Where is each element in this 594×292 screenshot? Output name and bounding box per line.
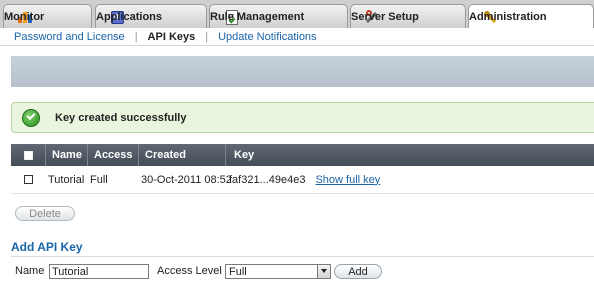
row-checkbox[interactable] — [23, 175, 33, 184]
keys-table-header: Name Access Created Key — [11, 144, 594, 166]
column-header-key[interactable]: Key — [225, 144, 254, 166]
tab-label: Applications — [96, 10, 163, 23]
tab-label: Monitor — [4, 10, 45, 23]
chevron-down-icon[interactable] — [317, 265, 330, 278]
cell-access: Full — [90, 173, 108, 186]
subnav-password-license[interactable]: Password and License — [14, 31, 125, 43]
row-select-cell — [11, 166, 45, 193]
cell-created: 30-Oct-2011 08:52 — [141, 173, 232, 186]
column-header-name[interactable]: Name — [45, 144, 82, 166]
cell-name: Tutorial — [48, 173, 85, 186]
show-full-key-link[interactable]: Show full key — [315, 174, 380, 186]
table-row: Tutorial Full 30-Oct-2011 08:52 faf321..… — [11, 166, 594, 194]
key-value: faf321...49e4e3 — [229, 173, 306, 186]
add-api-key-title: Add API Key — [11, 240, 83, 254]
access-level-value: Full — [229, 265, 247, 278]
delete-button[interactable]: Delete — [15, 206, 75, 221]
subnav-separator: | — [205, 30, 209, 43]
select-all-cell — [11, 144, 45, 166]
name-label: Name — [15, 265, 45, 277]
column-header-access[interactable]: Access — [87, 144, 133, 166]
tab-server-setup[interactable]: Server Setup — [350, 4, 466, 28]
checkmark-icon — [22, 108, 40, 127]
tab-label: Rule Management — [210, 10, 305, 23]
column-header-created[interactable]: Created — [138, 144, 186, 166]
tab-monitor[interactable]: Monitor — [3, 4, 92, 28]
access-level-select[interactable]: Full — [225, 264, 331, 279]
access-level-label: Access Level — [157, 265, 222, 277]
tab-rule-management[interactable]: Rule Management — [209, 4, 348, 28]
main-tab-bar: Monitor Applications Rule Management Ser… — [0, 0, 594, 29]
success-message: Key created successfully — [11, 102, 594, 133]
subnav-separator: | — [134, 30, 138, 43]
select-all-checkbox[interactable] — [23, 150, 33, 160]
sub-navigation: Password and License | API Keys | Update… — [0, 28, 594, 46]
tab-applications[interactable]: Applications — [95, 4, 207, 28]
cell-key: faf321...49e4e3 Show full key — [229, 166, 380, 193]
subnav-update-notifications[interactable]: Update Notifications — [218, 31, 316, 43]
header-band — [11, 56, 594, 87]
tab-label: Server Setup — [351, 10, 419, 23]
success-message-text: Key created successfully — [55, 111, 187, 124]
subnav-api-keys[interactable]: API Keys — [148, 31, 196, 43]
tab-administration[interactable]: Administration — [468, 4, 594, 29]
name-input[interactable] — [49, 264, 149, 279]
section-divider — [11, 256, 594, 257]
add-button[interactable]: Add — [334, 264, 382, 279]
tab-label: Administration — [469, 11, 547, 23]
